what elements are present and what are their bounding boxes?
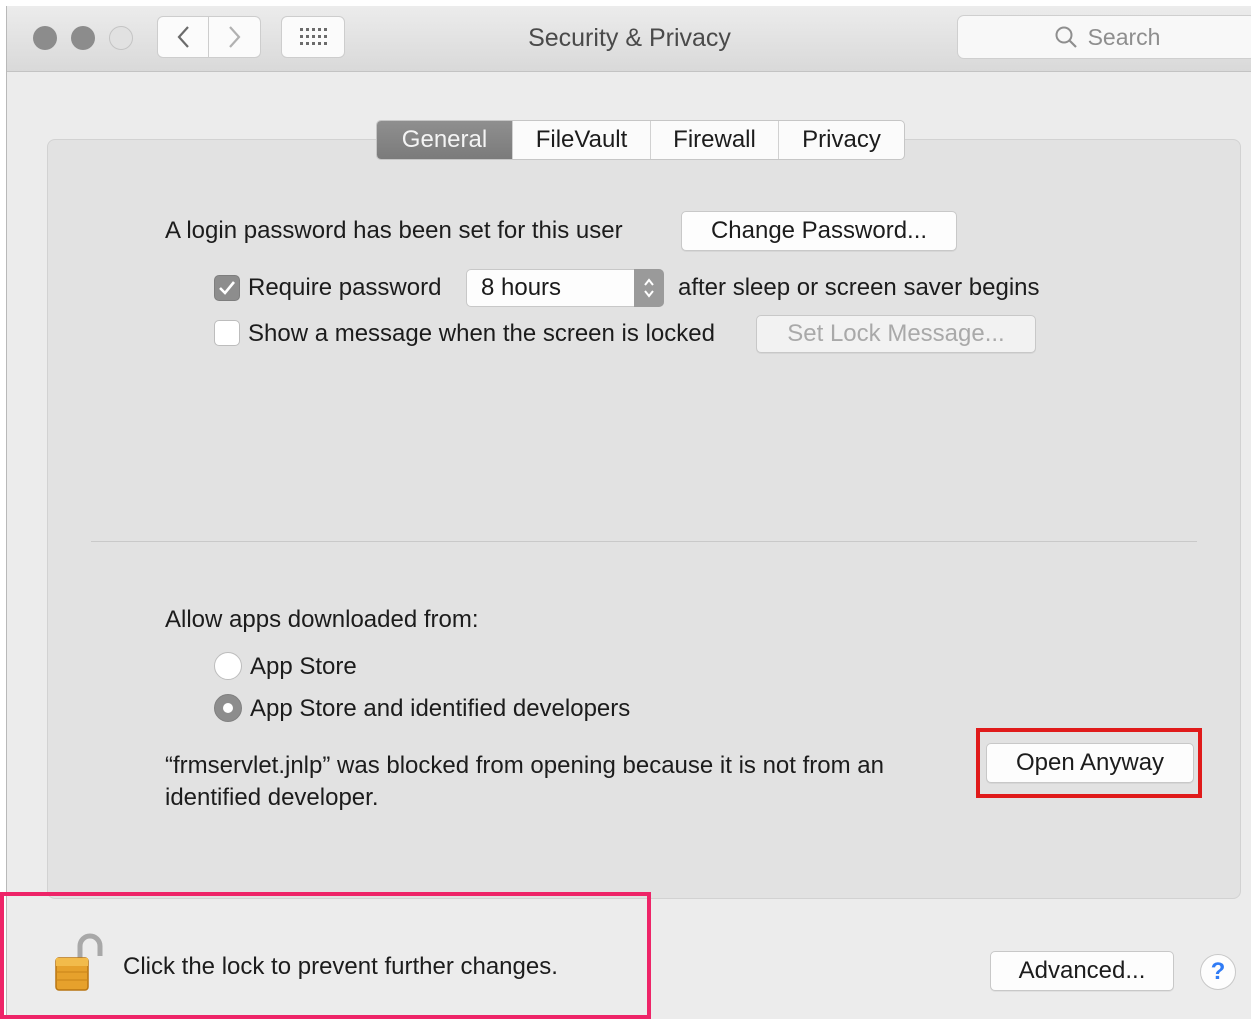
- radio-identified-developers-label: App Store and identified developers: [250, 695, 631, 722]
- set-lock-message-button[interactable]: Set Lock Message...: [756, 315, 1036, 353]
- show-message-label: Show a message when the screen is locked: [248, 320, 715, 347]
- search-icon: [1055, 26, 1077, 48]
- tab-filevault[interactable]: FileVault: [512, 121, 650, 159]
- search-field[interactable]: Search: [957, 15, 1251, 59]
- tab-privacy[interactable]: Privacy: [778, 121, 904, 159]
- search-placeholder: Search: [1087, 23, 1161, 50]
- updown-chevron-icon: [644, 278, 654, 298]
- radio-app-store[interactable]: [214, 652, 242, 680]
- tab-bar: General FileVault Firewall Privacy: [376, 120, 905, 160]
- title-bar: Security & Privacy Search: [7, 6, 1251, 72]
- require-password-label: Require password: [248, 274, 442, 301]
- radio-app-store-label: App Store: [250, 653, 357, 680]
- show-message-checkbox[interactable]: [214, 320, 240, 346]
- help-icon: ?: [1210, 958, 1226, 985]
- preferences-window: Security & Privacy Search General FileVa…: [6, 6, 1251, 1019]
- blocked-message-line-1: “frmservlet.jnlp” was blocked from openi…: [165, 752, 884, 779]
- lock-icon-button[interactable]: [52, 930, 104, 994]
- checkmark-icon: [219, 281, 236, 295]
- blocked-message-line-2: identified developer.: [165, 784, 379, 811]
- advanced-button[interactable]: Advanced...: [990, 951, 1174, 991]
- radio-identified-developers[interactable]: [214, 694, 242, 722]
- after-sleep-text: after sleep or screen saver begins: [678, 274, 1040, 301]
- open-anyway-highlight-box: [976, 728, 1202, 798]
- unlocked-padlock-icon: [55, 933, 103, 991]
- tab-firewall[interactable]: Firewall: [650, 121, 778, 159]
- lock-message: Click the lock to prevent further change…: [123, 953, 558, 980]
- help-button[interactable]: ?: [1200, 954, 1236, 990]
- change-password-button[interactable]: Change Password...: [681, 211, 957, 251]
- tab-general[interactable]: General: [377, 121, 512, 159]
- require-password-checkbox[interactable]: [214, 275, 240, 301]
- require-password-value: 8 hours: [481, 274, 562, 301]
- login-password-text: A login password has been set for this u…: [165, 217, 623, 244]
- require-password-select[interactable]: 8 hours: [466, 269, 664, 307]
- section-divider: [91, 541, 1197, 542]
- allow-apps-heading: Allow apps downloaded from:: [165, 606, 479, 633]
- select-stepper: [634, 269, 664, 307]
